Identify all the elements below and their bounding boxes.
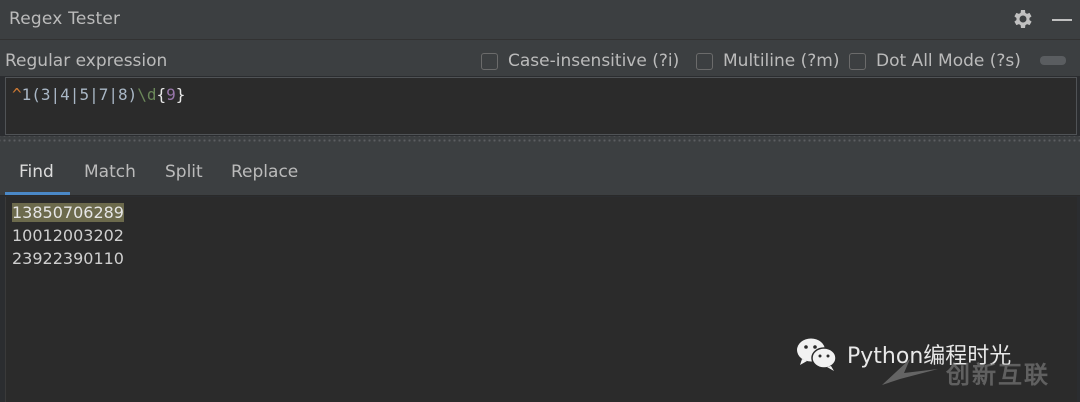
regex-brace-open-token: { [156, 85, 167, 104]
regex-pattern: ^1(3|4|5|7|8)\d{9} [12, 85, 185, 104]
wechat-icon [797, 338, 837, 371]
text-line: 10012003202 [12, 226, 124, 245]
case-insensitive-option[interactable]: Case-insensitive (?i) [481, 50, 679, 72]
active-tab-indicator [5, 192, 70, 195]
regex-quantifier-number-token: 9 [166, 85, 176, 104]
dot-all-label: Dot All Mode (?s) [876, 51, 1021, 71]
case-insensitive-checkbox[interactable] [481, 52, 498, 70]
logo-watermark: 创新互联 [880, 352, 1070, 392]
dot-all-option[interactable]: Dot All Mode (?s) [849, 50, 1021, 72]
tab-replace[interactable]: Replace [231, 162, 298, 182]
window-title: Regex Tester [9, 9, 121, 29]
tab-match[interactable]: Match [84, 162, 136, 182]
regex-label: Regular expression [5, 51, 168, 71]
match-highlight: 13850706289 [12, 203, 124, 222]
regex-digit-class-token: \d [137, 85, 157, 104]
panel-splitter[interactable] [0, 136, 1080, 144]
more-options-button[interactable] [1040, 56, 1066, 65]
multiline-label: Multiline (?m) [723, 51, 840, 71]
regex-input[interactable]: ^1(3|4|5|7|8)\d{9} [5, 77, 1077, 135]
mode-tabs: Find Match Split Replace [0, 144, 1080, 196]
text-line: 23922390110 [12, 249, 124, 268]
tool-window-header: Regex Tester [0, 0, 1080, 40]
minimize-icon[interactable] [1052, 19, 1072, 21]
multiline-checkbox[interactable] [696, 52, 713, 70]
logo-text: 创新互联 [946, 360, 1050, 389]
logo-icon [882, 359, 938, 385]
gear-icon[interactable] [1010, 7, 1034, 31]
text-line: 13850706289 [12, 203, 124, 222]
case-insensitive-label: Case-insensitive (?i) [508, 51, 680, 71]
multiline-option[interactable]: Multiline (?m) [696, 50, 840, 72]
dot-all-checkbox[interactable] [849, 52, 866, 70]
tab-find[interactable]: Find [19, 162, 54, 182]
regex-anchor-token: ^ [12, 85, 22, 104]
tab-split[interactable]: Split [165, 162, 203, 182]
regex-brace-close-token: } [175, 85, 186, 104]
regex-group-token: 1(3|4|5|7|8) [21, 85, 138, 104]
regex-options-bar: Regular expression Case-insensitive (?i)… [0, 40, 1080, 76]
